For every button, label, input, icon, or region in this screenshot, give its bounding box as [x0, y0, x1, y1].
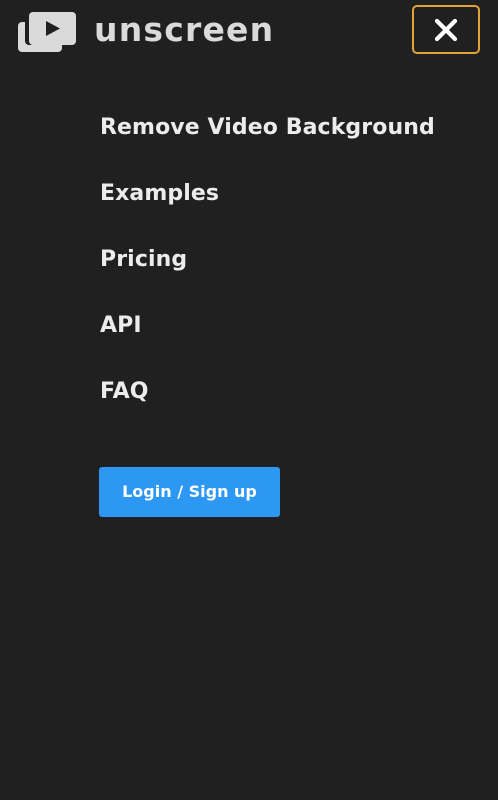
nav-link-api[interactable]: API [100, 306, 142, 346]
close-menu-button[interactable] [412, 5, 480, 54]
navigation-item: Examples [100, 174, 435, 240]
header: unscreen [0, 0, 498, 64]
login-sign-up-button[interactable]: Login / Sign up [99, 467, 280, 517]
nav-link-examples[interactable]: Examples [100, 174, 219, 214]
nav-link-faq[interactable]: FAQ [100, 372, 149, 412]
mobile-menu-page: unscreen Remove Video Background Example… [0, 0, 498, 800]
navigation-list: Remove Video Background Examples Pricing… [100, 108, 435, 438]
nav-link-remove-video-background[interactable]: Remove Video Background [100, 108, 435, 148]
navigation-item: API [100, 306, 435, 372]
close-icon [434, 18, 458, 41]
navigation-item: Pricing [100, 240, 435, 306]
navigation-item: FAQ [100, 372, 435, 438]
nav-link-pricing[interactable]: Pricing [100, 240, 187, 280]
navigation-item: Remove Video Background [100, 108, 435, 174]
brand-logo-link[interactable]: unscreen [18, 10, 274, 54]
brand-name: unscreen [94, 10, 275, 49]
stacked-video-play-icon [18, 12, 76, 52]
